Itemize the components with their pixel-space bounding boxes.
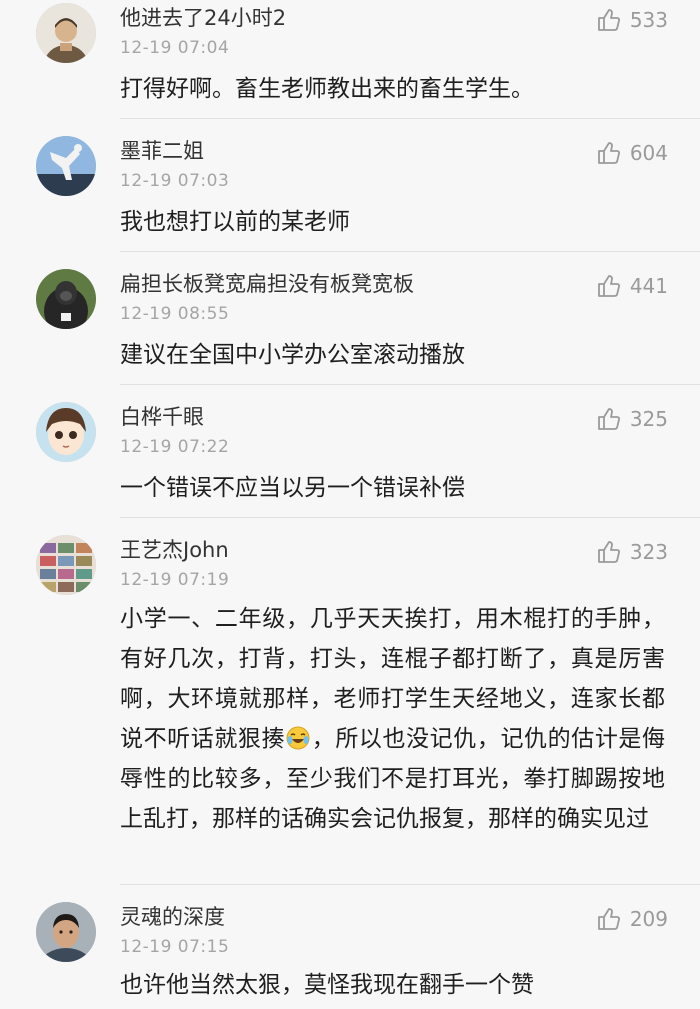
like-button[interactable]: 604 [596,139,668,167]
like-button[interactable]: 441 [596,272,668,300]
comment-list: 他进去了24小时2 12-19 07:04 533 打得好啊。畜生老师教出来的畜… [0,0,700,1009]
avatar-image [36,902,96,962]
avatar-image [36,269,96,329]
username[interactable]: 他进去了24小时2 [120,4,286,32]
thumbs-up-icon [596,7,622,33]
like-count: 441 [629,274,668,298]
like-count: 323 [629,540,668,564]
like-button[interactable]: 533 [596,6,668,34]
like-button[interactable]: 323 [596,538,668,566]
avatar-image [36,535,96,595]
thumbs-up-icon [596,906,622,932]
avatar-image [36,3,96,63]
comment-text: 小学一、二年级，几乎天天挨打，用木棍打的手肿，有好几次，打背，打头，连棍子都打断… [120,599,665,839]
timestamp: 12-19 07:19 [120,570,230,590]
username[interactable]: 白桦千眼 [120,403,204,431]
comment-text: 我也想打以前的某老师 [120,209,350,235]
thumbs-up-icon [596,539,622,565]
avatar[interactable] [36,902,96,962]
comment-text: 一个错误不应当以另一个错误补偿 [120,475,465,501]
thumbs-up-icon [596,406,622,432]
username[interactable]: 墨菲二姐 [120,137,204,165]
like-button[interactable]: 209 [596,905,668,933]
avatar[interactable] [36,136,96,196]
like-count: 209 [629,907,668,931]
username[interactable]: 灵魂的深度 [120,903,225,931]
avatar[interactable] [36,535,96,595]
divider [120,517,700,518]
comment-item: 白桦千眼 12-19 07:22 325 一个错误不应当以另一个错误补偿 [0,399,700,518]
divider [120,884,700,885]
divider [120,251,700,252]
thumbs-up-icon [596,273,622,299]
comment-text: 打得好啊。畜生老师教出来的畜生学生。 [120,76,534,102]
timestamp: 12-19 07:22 [120,437,230,457]
avatar[interactable] [36,402,96,462]
avatar[interactable] [36,269,96,329]
avatar-image [36,402,96,462]
comment-item: 墨菲二姐 12-19 07:03 604 我也想打以前的某老师 [0,133,700,252]
username[interactable]: 王艺杰John [120,536,229,564]
comment-text: 建议在全国中小学办公室滚动播放 [120,342,465,368]
like-count: 325 [629,407,668,431]
like-count: 604 [629,141,668,165]
comment-item: 灵魂的深度 12-19 07:15 209 也许他当然太狠，莫怪我现在翻手一个赞 [0,899,700,1009]
timestamp: 12-19 08:55 [120,304,230,324]
avatar[interactable] [36,3,96,63]
comment-text: 也许他当然太狠，莫怪我现在翻手一个赞 [120,972,534,998]
comment-item: 王艺杰John 12-19 07:19 323 小学一、二年级，几乎天天挨打，用… [0,532,700,885]
laughing-crying-emoji-icon [286,723,310,750]
timestamp: 12-19 07:04 [120,38,230,58]
like-count: 533 [629,8,668,32]
timestamp: 12-19 07:03 [120,171,230,191]
thumbs-up-icon [596,140,622,166]
like-button[interactable]: 325 [596,405,668,433]
comment-item: 他进去了24小时2 12-19 07:04 533 打得好啊。畜生老师教出来的畜… [0,0,700,119]
timestamp: 12-19 07:15 [120,937,230,957]
comment-item: 扁担长板凳宽扁担没有板凳宽板 12-19 08:55 441 建议在全国中小学办… [0,266,700,385]
divider [120,118,700,119]
avatar-image [36,136,96,196]
divider [120,384,700,385]
username[interactable]: 扁担长板凳宽扁担没有板凳宽板 [120,270,414,298]
